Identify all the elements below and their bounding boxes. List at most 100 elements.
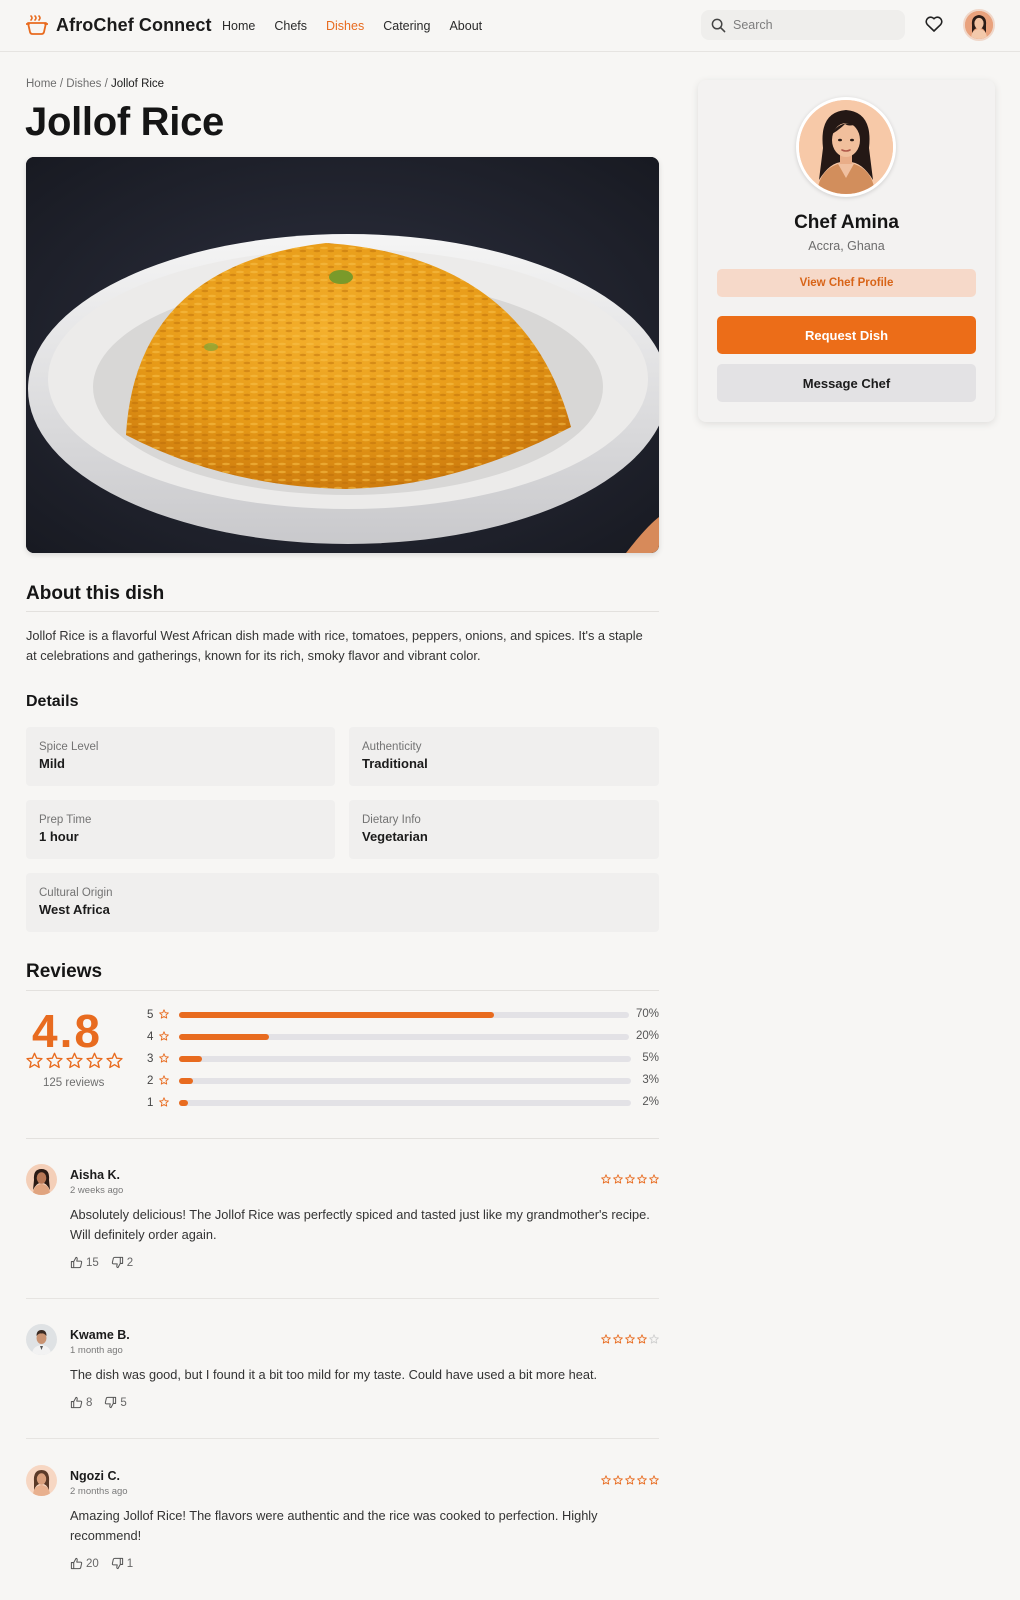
detail-value: West Africa — [39, 902, 110, 917]
nav-chefs[interactable]: Chefs — [274, 19, 307, 33]
search-icon — [711, 18, 726, 32]
review-votes: 20 1 — [70, 1557, 133, 1570]
dislike-count: 1 — [126, 1557, 134, 1570]
like-count: 15 — [86, 1256, 99, 1269]
reviews-heading: Reviews — [26, 961, 103, 982]
star-icon — [613, 1334, 623, 1344]
rating-bar-star — [159, 1028, 179, 1046]
like-button[interactable]: 8 — [70, 1396, 92, 1409]
cooking-pot-icon — [26, 15, 48, 35]
nav-home[interactable]: Home — [222, 19, 255, 33]
review-votes: 15 2 — [70, 1256, 133, 1269]
view-chef-profile-button[interactable]: View Chef Profile — [717, 269, 976, 297]
rating-bar-percent: 70% — [635, 1008, 659, 1020]
brand-logo[interactable]: AfroChef Connect — [26, 14, 212, 36]
breadcrumb-home[interactable]: Home — [26, 78, 57, 90]
message-chef-button[interactable]: Message Chef — [717, 364, 976, 402]
user-avatar[interactable] — [963, 9, 995, 41]
star-icon — [649, 1174, 659, 1184]
page-title: Jollof Rice — [25, 100, 224, 144]
rating-bar-star — [159, 1072, 179, 1090]
detail-label: Cultural Origin — [39, 887, 113, 899]
rating-bar-star — [159, 1050, 179, 1068]
dislike-button[interactable]: 5 — [104, 1396, 127, 1409]
detail-prep-time: Prep Time 1 hour — [26, 800, 335, 859]
star-icon — [159, 1031, 169, 1041]
detail-value: Traditional — [362, 756, 428, 771]
breadcrumb-dishes[interactable]: Dishes — [66, 78, 101, 90]
chef-name: Chef Amina — [794, 212, 899, 233]
review-text: Amazing Jollof Rice! The flavors were au… — [70, 1508, 598, 1543]
reviewer-name: Ngozi C. — [70, 1469, 120, 1483]
star-icon — [625, 1174, 635, 1184]
star-icon — [649, 1475, 659, 1485]
detail-label: Authenticity — [362, 741, 422, 753]
star-icon — [613, 1475, 623, 1485]
divider — [26, 990, 659, 991]
rating-bar-percent: 3% — [642, 1074, 659, 1086]
breadcrumb-separator: / — [56, 78, 67, 90]
star-icon — [46, 1052, 63, 1069]
dish-description: Jollof Rice is a flavorful West African … — [26, 628, 643, 663]
star-icon — [613, 1174, 623, 1184]
detail-cultural-origin: Cultural Origin West Africa — [26, 873, 659, 932]
review-text: Absolutely delicious! The Jollof Rice wa… — [70, 1207, 650, 1242]
breadcrumb: Home / Dishes / Jollof Rice — [26, 78, 164, 90]
star-icon — [601, 1174, 611, 1184]
rating-bar-track — [179, 1100, 631, 1106]
star-icon — [159, 1053, 169, 1063]
detail-dietary-info: Dietary Info Vegetarian — [349, 800, 659, 859]
review-stars — [601, 1174, 659, 1184]
rating-bar-row: 4 20% — [147, 1028, 659, 1046]
star-icon — [159, 1009, 169, 1019]
reviewer-avatar — [26, 1324, 57, 1355]
review-time: 2 months ago — [70, 1486, 128, 1497]
star-icon — [637, 1174, 647, 1184]
detail-spice-level: Spice Level Mild — [26, 727, 335, 786]
review-votes: 8 5 — [70, 1396, 127, 1409]
divider — [26, 611, 659, 612]
brand-name: AfroChef Connect — [56, 14, 212, 35]
review-count: 125 reviews — [43, 1077, 105, 1089]
star-icon — [625, 1475, 635, 1485]
request-dish-button[interactable]: Request Dish — [717, 316, 976, 354]
detail-authenticity: Authenticity Traditional — [349, 727, 659, 786]
like-button[interactable]: 20 — [70, 1557, 99, 1570]
search-input[interactable] — [733, 18, 893, 32]
detail-value: Vegetarian — [362, 829, 428, 844]
dislike-count: 2 — [126, 1256, 134, 1269]
star-icon — [637, 1334, 647, 1344]
thumbs-up-icon — [70, 1557, 83, 1570]
thumbs-up-icon — [70, 1396, 83, 1409]
thumbs-down-icon — [105, 1396, 117, 1409]
rating-bar-row: 2 3% — [147, 1072, 659, 1090]
like-button[interactable]: 15 — [70, 1256, 99, 1269]
detail-value: 1 hour — [39, 829, 79, 844]
nav-about[interactable]: About — [449, 19, 482, 33]
star-icon — [601, 1334, 611, 1344]
rating-bar-fill — [179, 1078, 193, 1084]
average-stars — [26, 1052, 123, 1069]
heart-icon[interactable] — [924, 14, 944, 34]
rating-bar-stars: 1 — [147, 1097, 154, 1109]
review-stars — [601, 1334, 659, 1344]
star-icon — [66, 1052, 83, 1069]
star-icon — [649, 1334, 659, 1344]
star-icon — [601, 1475, 611, 1485]
rating-bar-fill — [179, 1056, 202, 1062]
nav-catering[interactable]: Catering — [383, 19, 430, 33]
rating-bar-track — [179, 1078, 631, 1084]
chef-card: Chef Amina Accra, Ghana View Chef Profil… — [698, 80, 995, 422]
detail-value: Mild — [39, 756, 65, 771]
nav-dishes[interactable]: Dishes — [326, 19, 364, 33]
detail-label: Prep Time — [39, 814, 92, 826]
dish-photo — [26, 157, 659, 553]
detail-label: Dietary Info — [362, 814, 421, 826]
rating-bar-stars: 2 — [147, 1075, 154, 1087]
divider — [26, 1138, 659, 1139]
search-box[interactable] — [701, 10, 905, 40]
dislike-button[interactable]: 2 — [111, 1256, 133, 1269]
breadcrumb-current: Jollof Rice — [111, 78, 165, 90]
dislike-button[interactable]: 1 — [111, 1557, 133, 1570]
chef-avatar — [796, 97, 896, 197]
